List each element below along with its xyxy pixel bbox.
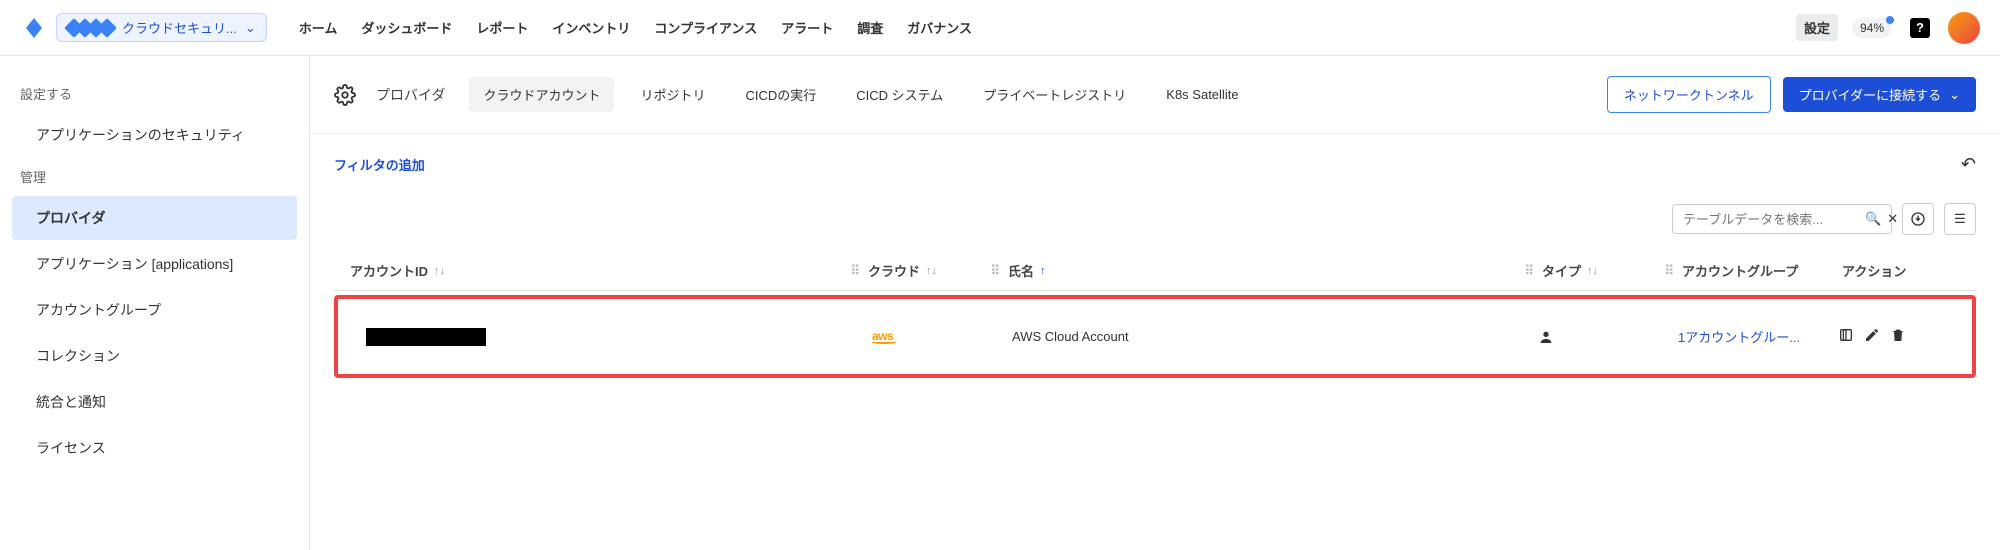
main-nav: ホーム ダッシュボード レポート インベントリ コンプライアンス アラート 調査… — [299, 18, 972, 37]
col-type[interactable]: タイプ ↑↓ ⠿ — [1542, 261, 1682, 280]
user-avatar[interactable] — [1948, 12, 1980, 44]
view-icon[interactable] — [1838, 327, 1854, 346]
col-account-id[interactable]: アカウントID ↑↓ ⠿ — [338, 261, 868, 280]
sidebar-item-appsec[interactable]: アプリケーションのセキュリティ — [12, 113, 297, 157]
sub-tabs: プロバイダ クラウドアカウント リポジトリ CICDの実行 CICD システム … — [310, 56, 2000, 134]
tab-k8s-satellite[interactable]: K8s Satellite — [1152, 79, 1252, 110]
edit-icon[interactable] — [1864, 327, 1880, 346]
aws-logo-icon: aws — [872, 329, 896, 344]
sidebar-header-configure: 設定する — [0, 76, 309, 111]
help-button[interactable]: ? — [1906, 14, 1934, 42]
connect-provider-button[interactable]: プロバイダーに接続する ⌄ — [1783, 77, 1976, 112]
filter-row: フィルタの追加 ↶ — [310, 134, 2000, 195]
product-switcher[interactable]: クラウドセキュリ... ⌄ — [56, 13, 267, 42]
sort-icon: ↑↓ — [926, 265, 937, 277]
help-icon: ? — [1910, 18, 1930, 38]
col-actions: アクション — [1842, 261, 1972, 280]
account-group-link[interactable]: 1アカウントグルー... — [1678, 327, 1800, 346]
search-icon: 🔍 — [1865, 211, 1881, 227]
top-bar: クラウドセキュリ... ⌄ ホーム ダッシュボード レポート インベントリ コン… — [0, 0, 2000, 56]
sidebar-item-license[interactable]: ライセンス — [12, 426, 297, 470]
table-header: アカウントID ↑↓ ⠿ クラウド ↑↓ ⠿ 氏名 ↑ ⠿ タイプ ↑↓ — [334, 251, 1976, 291]
delete-icon[interactable] — [1890, 327, 1906, 346]
product-icon — [67, 21, 114, 35]
col-actions-label: アクション — [1842, 261, 1906, 280]
sidebar-item-account-groups[interactable]: アカウントグループ — [12, 288, 297, 332]
add-filter-link[interactable]: フィルタの追加 — [334, 155, 425, 174]
col-type-label: タイプ — [1542, 261, 1581, 280]
col-name[interactable]: 氏名 ↑ ⠿ — [1008, 261, 1542, 280]
person-icon — [1538, 329, 1554, 345]
search-input[interactable] — [1683, 212, 1859, 227]
col-account-group-label: アカウントグループ — [1682, 261, 1798, 280]
col-name-label: 氏名 — [1008, 261, 1034, 280]
columns-icon: ☰ — [1954, 211, 1966, 227]
undo-icon[interactable]: ↶ — [1961, 154, 1976, 175]
tab-cicd-runs[interactable]: CICDの実行 — [731, 77, 830, 112]
percent-badge[interactable]: 94% — [1852, 18, 1892, 38]
sidebar-item-integrations[interactable]: 統合と通知 — [12, 380, 297, 424]
sort-icon: ↑↓ — [434, 265, 445, 277]
sort-asc-icon: ↑ — [1040, 265, 1046, 277]
sidebar-item-provider[interactable]: プロバイダ — [12, 196, 297, 240]
redacted-account-id — [366, 328, 486, 346]
nav-compliance[interactable]: コンプライアンス — [654, 18, 757, 37]
search-box[interactable]: 🔍 ✕ — [1672, 204, 1892, 234]
col-cloud-label: クラウド — [868, 261, 920, 280]
gear-icon — [334, 84, 356, 106]
app-logo — [20, 14, 48, 42]
col-account-id-label: アカウントID — [350, 261, 428, 280]
tab-private-registry[interactable]: プライベートレジストリ — [969, 77, 1140, 112]
highlighted-row-box: aws AWS Cloud Account 1アカウントグルー... — [334, 295, 1976, 378]
topbar-right: 設定 94% ? — [1796, 12, 1980, 44]
sidebar-item-applications[interactable]: アプリケーション [applications] — [12, 242, 297, 286]
drag-handle-icon[interactable]: ⠿ — [1664, 263, 1682, 279]
drag-handle-icon[interactable]: ⠿ — [1524, 263, 1542, 279]
network-tunnel-button[interactable]: ネットワークトンネル — [1607, 76, 1771, 113]
sort-icon: ↑↓ — [1587, 265, 1598, 277]
table-toolbar: 🔍 ✕ ☰ — [310, 195, 2000, 243]
nav-governance[interactable]: ガバナンス — [907, 18, 972, 37]
nav-inventory[interactable]: インベントリ — [552, 18, 630, 37]
columns-button[interactable]: ☰ — [1944, 203, 1976, 235]
table-row[interactable]: aws AWS Cloud Account 1アカウントグルー... — [338, 319, 1972, 354]
table: アカウントID ↑↓ ⠿ クラウド ↑↓ ⠿ 氏名 ↑ ⠿ タイプ ↑↓ — [334, 251, 1976, 378]
chevron-down-icon: ⌄ — [1949, 87, 1960, 103]
aws-logo-text: aws — [872, 329, 896, 343]
col-cloud[interactable]: クラウド ↑↓ ⠿ — [868, 261, 1008, 280]
download-button[interactable] — [1902, 203, 1934, 235]
tab-cloud-accounts[interactable]: クラウドアカウント — [469, 77, 614, 112]
main-content: プロバイダ クラウドアカウント リポジトリ CICDの実行 CICD システム … — [310, 56, 2000, 550]
nav-report[interactable]: レポート — [476, 18, 528, 37]
product-label: クラウドセキュリ... — [122, 18, 237, 37]
percent-text: 94% — [1860, 21, 1884, 35]
row-name: AWS Cloud Account — [1012, 329, 1129, 344]
nav-investigate[interactable]: 調査 — [857, 18, 883, 37]
download-icon — [1910, 211, 1926, 227]
clear-icon[interactable]: ✕ — [1887, 211, 1898, 227]
connect-provider-label: プロバイダーに接続する — [1799, 85, 1941, 104]
col-account-group[interactable]: アカウントグループ — [1682, 261, 1842, 280]
sidebar-item-collections[interactable]: コレクション — [12, 334, 297, 378]
nav-alert[interactable]: アラート — [781, 18, 833, 37]
drag-handle-icon[interactable]: ⠿ — [850, 263, 868, 279]
subnav-title: プロバイダ — [376, 85, 445, 105]
sidebar: 設定する アプリケーションのセキュリティ 管理 プロバイダ アプリケーション [… — [0, 56, 310, 550]
settings-button[interactable]: 設定 — [1796, 14, 1838, 41]
chevron-down-icon: ⌄ — [245, 20, 256, 36]
sidebar-header-manage: 管理 — [0, 159, 309, 194]
tab-repository[interactable]: リポジトリ — [626, 77, 719, 112]
nav-dashboard[interactable]: ダッシュボード — [361, 18, 452, 37]
drag-handle-icon[interactable]: ⠿ — [990, 263, 1008, 279]
nav-home[interactable]: ホーム — [299, 18, 338, 37]
tab-cicd-systems[interactable]: CICD システム — [842, 77, 957, 112]
